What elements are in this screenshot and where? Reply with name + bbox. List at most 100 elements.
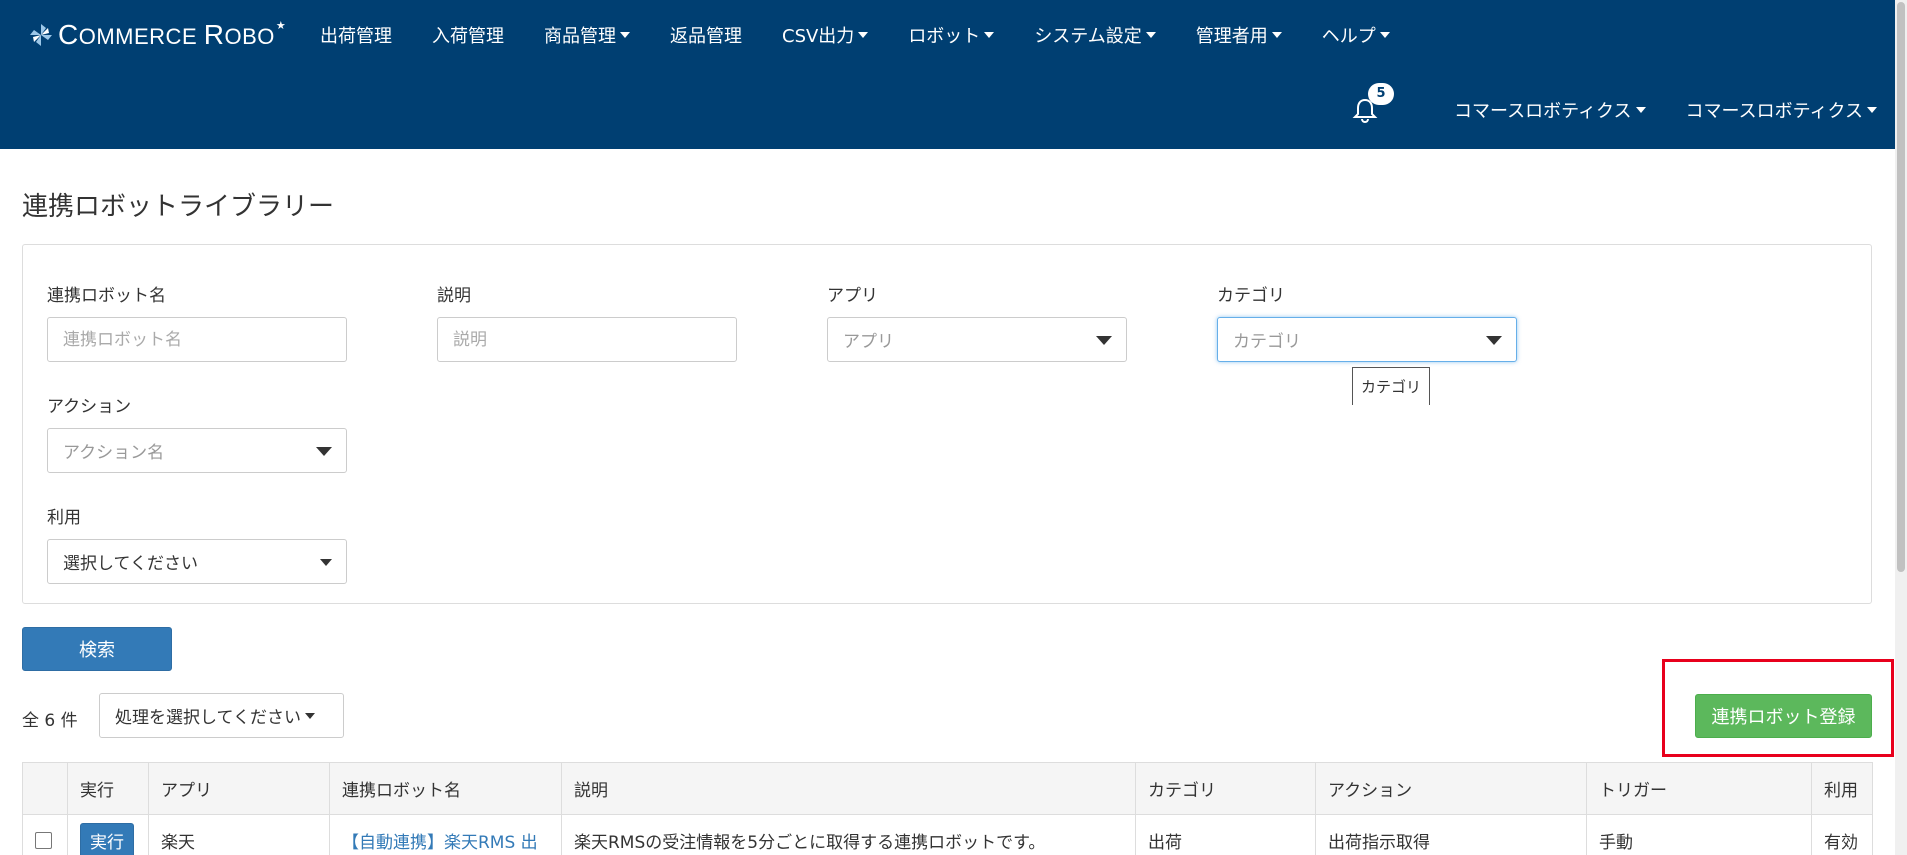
action-label: アクション	[47, 397, 132, 417]
usage-select-value: 選択してください	[63, 554, 198, 574]
brand-logo[interactable]: COMMERCE ROBO ★	[28, 18, 286, 50]
action-select-placeholder: アクション名	[63, 443, 165, 463]
app-select-placeholder: アプリ	[843, 332, 894, 352]
nav-label: 返品管理	[670, 26, 742, 47]
page-title: 連携ロボットライブラリー	[22, 192, 335, 222]
table-row: 実行 楽天 【自動連携】楽天RMS 出 楽天RMSの受注情報を5分ごとに取得する…	[22, 814, 1873, 855]
pinwheel-logo-icon	[30, 24, 52, 46]
nav-returns[interactable]: 返品管理	[670, 22, 742, 48]
description-label: 説明	[437, 286, 471, 306]
robot-name-input[interactable]	[47, 317, 347, 362]
robot-name-link[interactable]: 【自動連携】楽天RMS 出	[342, 833, 538, 853]
nav-shipping[interactable]: 出荷管理	[320, 22, 392, 48]
usage-field-group: 利用 選択してください	[47, 503, 347, 584]
action-select[interactable]: アクション名	[47, 428, 347, 473]
account-menu-company[interactable]: コマースロボティクス	[1454, 97, 1646, 123]
caret-down-icon	[1145, 32, 1156, 38]
column-header-description[interactable]: 説明	[561, 762, 1136, 815]
action-field-group: アクション アクション名	[47, 392, 347, 473]
nav-label: 商品管理	[544, 26, 616, 47]
row-robot-name-cell: 【自動連携】楽天RMS 出	[329, 814, 562, 855]
account-menu-user[interactable]: コマースロボティクス	[1686, 97, 1877, 123]
row-checkbox[interactable]	[35, 832, 52, 850]
nav-label: システム設定	[1034, 26, 1142, 47]
row-category: 出荷	[1135, 814, 1316, 855]
row-select-cell	[22, 814, 68, 855]
nav-label: 出荷管理	[320, 26, 392, 47]
register-robot-button[interactable]: 連携ロボット登録	[1695, 694, 1872, 738]
brand-star: ★	[275, 18, 286, 32]
nav-help[interactable]: ヘルプ	[1322, 22, 1390, 48]
notification-count-badge: 5	[1368, 83, 1395, 105]
nav-robot[interactable]: ロボット	[908, 22, 995, 48]
column-header-category[interactable]: カテゴリ	[1135, 762, 1316, 815]
column-header-run: 実行	[67, 762, 149, 815]
row-description: 楽天RMSの受注情報を5分ごとに取得する連携ロボットです。	[561, 814, 1136, 855]
bulk-action-select[interactable]: 処理を選択してください	[99, 693, 344, 738]
nav-label: CSV出力	[782, 26, 855, 47]
usage-label: 利用	[47, 508, 81, 528]
main-nav-menu: 出荷管理 入荷管理 商品管理 返品管理 CSV出力 ロボット システム設定 管理…	[320, 0, 1430, 70]
column-header-robot-name[interactable]: 連携ロボット名	[329, 762, 562, 815]
description-input[interactable]	[437, 317, 737, 362]
nav-receiving[interactable]: 入荷管理	[432, 22, 504, 48]
top-navbar: COMMERCE ROBO ★ 出荷管理 入荷管理 商品管理 返品管理 CSV出力…	[0, 0, 1895, 149]
column-header-action[interactable]: アクション	[1315, 762, 1587, 815]
nav-admin[interactable]: 管理者用	[1196, 22, 1282, 48]
nav-csv-export[interactable]: CSV出力	[782, 22, 869, 48]
row-usage: 有効	[1811, 814, 1873, 855]
triangle-down-icon	[1486, 336, 1502, 345]
nav-label: 管理者用	[1195, 26, 1268, 47]
nav-right-group: 5 コマースロボティクス コマースロボティクス	[1350, 83, 1877, 135]
app-select[interactable]: アプリ	[827, 317, 1127, 362]
description-field-group: 説明	[437, 281, 737, 362]
robot-name-label: 連携ロボット名	[47, 286, 166, 306]
app-field-group: アプリ アプリ	[827, 281, 1127, 362]
caret-down-icon	[1379, 32, 1390, 38]
search-button[interactable]: 検索	[22, 627, 172, 671]
row-app: 楽天	[148, 814, 330, 855]
page-scrollbar[interactable]	[1895, 0, 1907, 855]
scrollbar-thumb[interactable]	[1897, 2, 1905, 572]
caret-down-icon	[858, 32, 869, 38]
category-tooltip: カテゴリ	[1352, 367, 1430, 405]
nav-label: ロボット	[908, 26, 981, 47]
search-filter-panel: 連携ロボット名 説明 アプリ アプリ カテゴリ カテゴリ アクション アクション…	[22, 244, 1872, 604]
row-trigger: 手動	[1586, 814, 1812, 855]
category-label: カテゴリ	[1217, 286, 1285, 306]
run-button[interactable]: 実行	[80, 823, 134, 855]
robot-library-table: 実行 アプリ 連携ロボット名 説明 カテゴリ アクション トリガー 利用 実行 …	[22, 762, 1873, 855]
column-header-select	[22, 762, 68, 815]
caret-down-icon	[984, 32, 995, 38]
nav-system-settings[interactable]: システム設定	[1034, 22, 1156, 48]
nav-label: ヘルプ	[1321, 26, 1376, 47]
caret-down-icon	[320, 559, 332, 566]
table-header-row: 実行 アプリ 連携ロボット名 説明 カテゴリ アクション トリガー 利用	[22, 762, 1873, 815]
row-action: 出荷指示取得	[1315, 814, 1587, 855]
caret-down-icon	[1867, 107, 1877, 113]
app-label: アプリ	[827, 286, 878, 306]
notification-button[interactable]: 5	[1350, 83, 1395, 125]
caret-down-icon	[1271, 32, 1282, 38]
nav-products[interactable]: 商品管理	[544, 22, 630, 48]
category-select[interactable]: カテゴリ	[1217, 317, 1517, 362]
category-field-group: カテゴリ カテゴリ	[1217, 281, 1517, 362]
nav-label: 入荷管理	[432, 26, 504, 47]
brand-name: COMMERCE ROBO	[58, 19, 275, 50]
column-header-trigger[interactable]: トリガー	[1586, 762, 1812, 815]
bulk-action-label: 処理を選択してください	[115, 708, 301, 728]
category-select-placeholder: カテゴリ	[1233, 332, 1301, 352]
caret-down-icon	[1635, 107, 1646, 113]
result-count: 全 6 件	[22, 711, 78, 731]
caret-down-icon	[620, 32, 630, 38]
column-header-usage[interactable]: 利用	[1811, 762, 1873, 815]
triangle-down-icon	[316, 447, 332, 456]
usage-select[interactable]: 選択してください	[47, 539, 347, 584]
account-menu-label: コマースロボティクス	[1685, 101, 1863, 122]
triangle-down-icon	[1096, 336, 1112, 345]
robot-name-field-group: 連携ロボット名	[47, 281, 347, 362]
caret-down-icon	[304, 712, 315, 719]
column-header-app[interactable]: アプリ	[148, 762, 330, 815]
account-menu-label: コマースロボティクス	[1454, 101, 1632, 122]
row-run-cell: 実行	[67, 814, 149, 855]
